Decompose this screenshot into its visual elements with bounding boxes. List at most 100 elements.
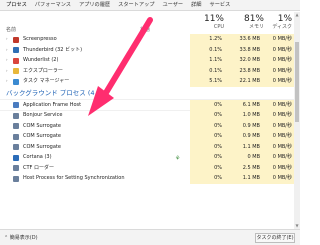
process-icon <box>13 36 19 43</box>
disk-value: 0 MB/秒 <box>272 36 292 42</box>
end-task-button[interactable]: タスクの終了(E) <box>255 233 295 243</box>
tab-details[interactable]: 詳細 <box>187 0 205 11</box>
process-name: COM Surrogate <box>23 143 61 150</box>
app-process-row[interactable]: › エクスプローラー 0.1% 23.8 MB 0 MB/秒 <box>0 65 294 77</box>
app-process-row[interactable]: › タスク マネージャー 5.1% 22.1 MB 0 MB/秒 <box>0 76 294 87</box>
process-name: Wunderlist (2) <box>23 57 59 63</box>
background-processes-header: バックグラウンド プロセス (4 <box>6 88 95 97</box>
expand-chevron-icon[interactable]: › <box>6 66 8 77</box>
memory-value: 33.8 MB <box>239 46 260 53</box>
app-process-row[interactable]: › Screenpresso 1.2% 33.6 MB 0 MB/秒 <box>0 34 294 45</box>
disk-value: 0 MB/秒 <box>272 67 292 74</box>
scroll-thumb[interactable] <box>295 42 299 122</box>
memory-value: 1.1 MB <box>242 175 260 181</box>
process-name: タスク マネージャー <box>23 78 70 84</box>
process-icon <box>13 123 19 129</box>
tab-performance[interactable]: パフォーマンス <box>31 0 75 11</box>
memory-value: 22.1 MB <box>239 78 260 84</box>
memory-value: 1.1 MB <box>242 143 260 150</box>
tab-services[interactable]: サービス <box>206 0 235 11</box>
column-cpu[interactable]: 11% CPU <box>184 14 224 31</box>
column-disk[interactable]: 1% ディスク <box>258 14 292 31</box>
scroll-up-icon[interactable]: ▲ <box>294 12 300 18</box>
expand-chevron-icon[interactable]: › <box>6 55 8 66</box>
memory-value: 2.5 MB <box>242 164 260 171</box>
background-process-row[interactable]: Bonjour Service 0% 1.0 MB 0 MB/秒 <box>0 110 294 121</box>
cpu-value: 0.1% <box>209 46 222 53</box>
disk-value: 0 MB/秒 <box>272 101 292 108</box>
disk-value: 0 MB/秒 <box>272 143 292 150</box>
expand-chevron-icon[interactable]: › <box>6 76 8 87</box>
app-process-row[interactable]: › Wunderlist (2) 1.1% 32.0 MB 0 MB/秒 <box>0 55 294 66</box>
process-icon <box>13 102 19 108</box>
tab-processes[interactable]: プロセス <box>2 0 31 11</box>
tab-users[interactable]: ユーザー <box>158 0 187 11</box>
fewer-details-toggle[interactable]: ⌃ 簡易表示(D) <box>4 233 38 243</box>
background-process-row[interactable]: COM Surrogate 0% 1.1 MB 0 MB/秒 <box>0 141 294 152</box>
disk-value: 0 MB/秒 <box>272 154 292 160</box>
app-process-row[interactable]: › Thunderbird (32 ビット) 0.1% 33.8 MB 0 MB/秒 <box>0 44 294 56</box>
process-icon <box>13 57 19 64</box>
column-name[interactable]: 名前 <box>6 26 16 33</box>
cpu-value: 0% <box>214 143 222 150</box>
cpu-value: 0% <box>214 122 222 129</box>
memory-value: 0.9 MB <box>242 133 260 139</box>
process-name: Thunderbird (32 ビット) <box>23 46 83 53</box>
memory-value: 32.0 MB <box>239 57 260 63</box>
cpu-value: 5.1% <box>209 78 222 84</box>
process-icon <box>13 78 19 85</box>
disk-value: 0 MB/秒 <box>272 46 292 53</box>
process-name: Bonjour Service <box>23 112 63 118</box>
process-name: Cortana (3) <box>23 154 52 160</box>
background-process-row[interactable]: Host Process for Setting Synchronization… <box>0 173 294 184</box>
column-status[interactable]: 状態 <box>140 26 150 33</box>
process-name: COM Surrogate <box>23 133 61 139</box>
memory-value: 6.1 MB <box>242 101 260 108</box>
memory-value: 1.0 MB <box>242 112 260 118</box>
background-process-row[interactable]: CTF ローダー 0% 2.5 MB 0 MB/秒 <box>0 162 294 173</box>
scrollbar[interactable]: ▲ ▼ <box>294 12 300 229</box>
cpu-value: 0% <box>214 164 222 171</box>
process-name: Screenpresso <box>23 36 57 42</box>
cpu-value: 0% <box>214 112 222 118</box>
disk-value: 0 MB/秒 <box>272 133 292 139</box>
memory-value: 33.6 MB <box>239 36 260 42</box>
disk-value: 0 MB/秒 <box>272 122 292 129</box>
cpu-value: 1.1% <box>209 57 222 63</box>
disk-label: ディスク <box>272 24 292 30</box>
process-icon <box>13 112 19 119</box>
cpu-value: 0.1% <box>209 67 222 74</box>
disk-value: 0 MB/秒 <box>272 78 292 84</box>
process-name: エクスプローラー <box>23 67 63 74</box>
process-icon <box>13 165 19 171</box>
memory-value: 0.9 MB <box>242 122 260 129</box>
expand-chevron-icon[interactable]: › <box>6 45 8 56</box>
cpu-value: 1.2% <box>209 36 222 42</box>
cpu-value: 0% <box>214 133 222 139</box>
tab-app-history[interactable]: アプリの履歴 <box>75 0 114 11</box>
process-icon <box>13 68 19 74</box>
process-icon <box>13 154 19 161</box>
background-process-row[interactable]: COM Surrogate 0% 0.9 MB 0 MB/秒 <box>0 131 294 142</box>
process-name: COM Surrogate <box>23 122 61 129</box>
process-list: › Screenpresso 1.2% 33.6 MB 0 MB/秒 › Thunderbi… <box>0 34 294 184</box>
disk-value: 0 MB/秒 <box>272 57 292 63</box>
column-header: 名前 状態 11% CPU 81% メモリ 1% ディスク <box>0 12 300 34</box>
tab-startup[interactable]: スタートアップ <box>114 0 158 11</box>
process-icon <box>13 175 19 182</box>
cpu-total: 11% <box>203 14 224 24</box>
cpu-value: 0% <box>214 154 222 160</box>
cpu-label: CPU <box>213 24 224 30</box>
background-process-row[interactable]: Cortana (3) 0% 0 MB 0 MB/秒 ⚘ <box>0 152 294 163</box>
footer: ⌃ 簡易表示(D) タスクの終了(E) <box>0 229 300 245</box>
disk-value: 0 MB/秒 <box>272 164 292 171</box>
process-name: CTF ローダー <box>23 164 55 171</box>
cpu-value: 0% <box>214 175 222 181</box>
process-name: Host Process for Setting Synchronization <box>23 175 125 181</box>
background-process-row[interactable]: Application Frame Host 0% 6.1 MB 0 MB/秒 <box>0 99 294 110</box>
memory-value: 23.8 MB <box>239 67 260 74</box>
cpu-value: 0% <box>214 101 222 108</box>
expand-chevron-icon[interactable]: › <box>6 34 8 45</box>
disk-total: 1% <box>277 14 292 24</box>
background-process-row[interactable]: COM Surrogate 0% 0.9 MB 0 MB/秒 <box>0 120 294 131</box>
